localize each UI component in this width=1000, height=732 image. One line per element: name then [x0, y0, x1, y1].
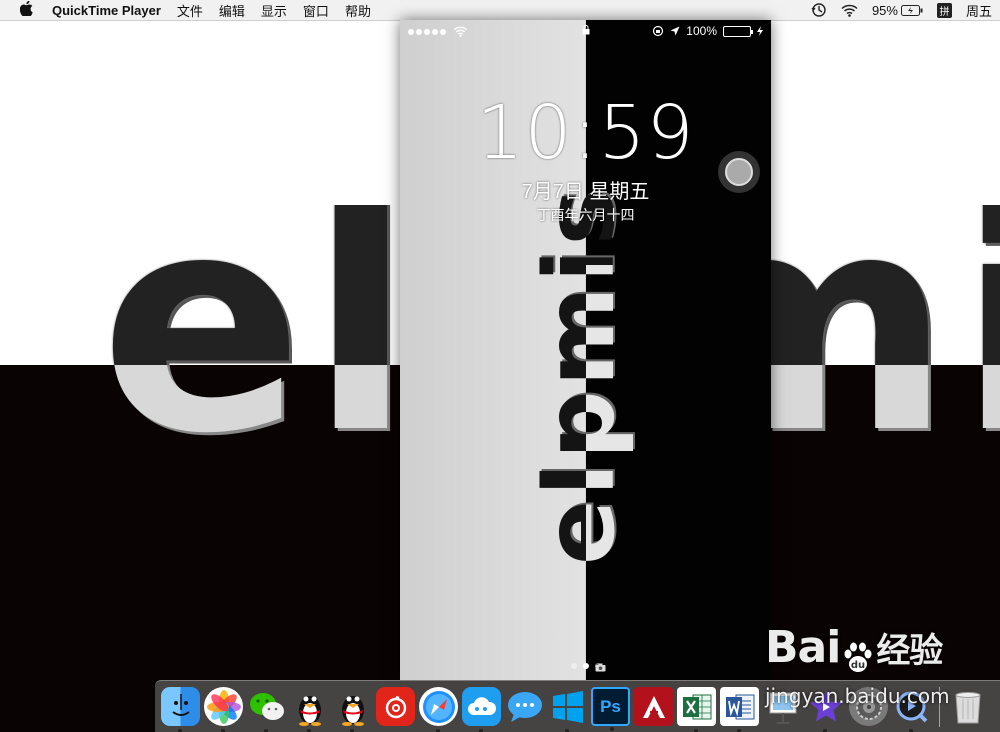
iphone-mirror-window[interactable]: elpmis elpmis 100% 10:59 7月7日 星期五 丁酉年六月十… — [400, 20, 771, 680]
wechat-icon — [249, 692, 284, 720]
phone-battery-icon — [723, 25, 753, 37]
menu-window[interactable]: 窗口 — [295, 1, 337, 20]
camera-icon — [594, 663, 605, 672]
windows-logo-icon — [552, 690, 583, 723]
dock-safari[interactable] — [419, 687, 458, 732]
battery-percent: 95% — [871, 2, 898, 18]
wifi-icon[interactable] — [841, 4, 858, 17]
dock-wechat[interactable] — [247, 687, 286, 732]
location-icon — [670, 26, 680, 36]
input-method-icon[interactable]: 拼 — [936, 2, 952, 18]
qq-penguin-icon — [298, 695, 321, 726]
menu-file[interactable]: 文件 — [169, 1, 211, 20]
assistive-touch-button[interactable] — [718, 151, 760, 193]
dock-photoshop[interactable]: Ps — [591, 687, 630, 731]
battery-status[interactable]: 95% — [872, 3, 923, 18]
watermark-url: jingyan.baidu.com — [765, 684, 950, 708]
dock-cloud-app[interactable] — [462, 687, 501, 732]
phone-wifi-icon — [453, 26, 468, 37]
page-dot — [570, 663, 577, 669]
dock-word[interactable] — [720, 687, 759, 732]
menu-app-name[interactable]: QuickTime Player — [44, 3, 169, 18]
dock-windows[interactable] — [548, 687, 587, 732]
rotation-lock-icon — [653, 25, 664, 37]
menubar-clock[interactable]: 周五 — [966, 1, 992, 20]
baidu-jingyan-watermark: Bai du 经验 jingyan.baidu.com — [765, 622, 950, 708]
menu-view[interactable]: 显示 — [253, 1, 295, 20]
page-dot-active — [582, 663, 589, 669]
word-icon — [725, 694, 754, 719]
safari-compass-icon — [422, 690, 455, 723]
phone-battery-percent: 100% — [686, 24, 717, 38]
lock-screen-page-dots — [400, 663, 771, 672]
cloud-icon — [467, 696, 496, 715]
svg-text:du: du — [851, 660, 865, 671]
baidu-paw-icon: du — [844, 642, 872, 672]
dock-photos[interactable] — [204, 687, 243, 732]
menu-edit[interactable]: 编辑 — [211, 1, 253, 20]
netease-music-icon — [385, 695, 406, 718]
menu-bar: QuickTime Player 文件 编辑 显示 窗口 帮助 95% 拼 周五 — [0, 0, 1000, 21]
battery-icon — [900, 4, 923, 16]
dock-qq-2[interactable] — [333, 687, 372, 732]
dock-finder[interactable] — [161, 687, 200, 732]
finder-icon — [171, 693, 190, 716]
dock-messages[interactable] — [505, 687, 544, 726]
dock-trash[interactable] — [948, 687, 987, 726]
dock-qq[interactable] — [290, 687, 329, 732]
autocad-icon — [642, 695, 665, 718]
trash-icon — [954, 691, 981, 723]
photos-icon — [206, 689, 241, 724]
dock-excel[interactable] — [677, 687, 716, 732]
phone-status-bar: 100% — [400, 20, 771, 42]
excel-icon — [682, 694, 711, 719]
qq-penguin-icon — [341, 695, 364, 726]
time-machine-icon[interactable] — [811, 2, 827, 18]
menu-help[interactable]: 帮助 — [337, 1, 379, 20]
lock-screen-time: 10:59 — [476, 90, 695, 176]
signal-dots-icon — [408, 24, 448, 38]
photoshop-icon: Ps — [600, 696, 621, 716]
charging-icon — [757, 26, 763, 36]
lock-screen-date: 7月7日 星期五 — [521, 181, 650, 203]
apple-menu-icon[interactable] — [16, 0, 36, 19]
phone-wallpaper-word-light: elpmis — [586, 184, 636, 565]
dock-netease-music[interactable] — [376, 687, 415, 726]
phone-lock-icon — [582, 24, 590, 38]
lock-screen-lunar-date: 丁酉年六月十四 — [536, 207, 635, 223]
watermark-brand-suffix: 经验 — [876, 631, 943, 671]
messages-bubble-icon — [507, 691, 542, 722]
watermark-brand: Bai — [765, 622, 841, 673]
dock-autocad[interactable] — [634, 687, 673, 726]
